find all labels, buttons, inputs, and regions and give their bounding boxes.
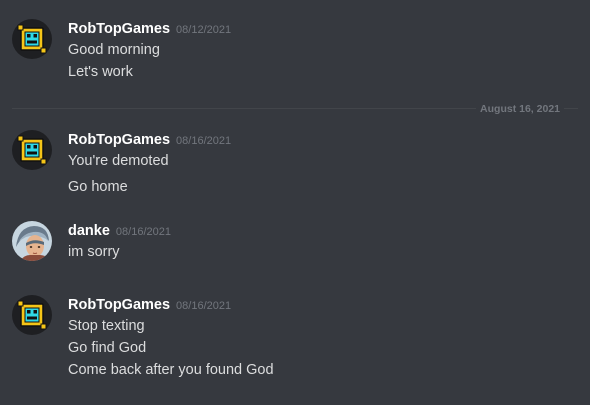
message-text: im sorry	[68, 244, 120, 260]
geometry-dash-cube-icon	[12, 19, 52, 59]
timestamp: 08/16/2021	[176, 300, 232, 312]
timestamp: 08/16/2021	[115, 226, 171, 238]
avatar[interactable]	[12, 19, 52, 59]
message-text: Good morning	[68, 42, 160, 58]
date-divider-label: August 16, 2021	[476, 102, 564, 116]
username[interactable]: RobTopGames	[68, 21, 170, 37]
message-text: Go home	[68, 179, 128, 195]
user-portrait-icon	[12, 221, 52, 261]
message-text: Stop texting	[68, 318, 145, 334]
username[interactable]: RobTopGames	[68, 132, 170, 148]
geometry-dash-cube-icon	[12, 295, 52, 335]
message-text: Let's work	[68, 64, 133, 80]
message-header: RobTopGames 08/12/2021	[68, 19, 231, 39]
timestamp: 08/12/2021	[176, 24, 232, 36]
geometry-dash-cube-icon	[12, 130, 52, 170]
date-divider: August 16, 2021	[12, 102, 578, 116]
message-header: danke 08/16/2021	[68, 221, 171, 241]
avatar[interactable]	[12, 295, 52, 335]
message-text: Come back after you found God	[68, 362, 274, 378]
avatar[interactable]	[12, 130, 52, 170]
message-header: RobTopGames 08/16/2021	[68, 130, 231, 150]
username[interactable]: RobTopGames	[68, 297, 170, 313]
username[interactable]: danke	[68, 223, 110, 239]
message-text: You're demoted	[68, 153, 169, 169]
message-header: RobTopGames 08/16/2021	[68, 295, 231, 315]
message-text: Go find God	[68, 340, 147, 356]
timestamp: 08/16/2021	[176, 135, 232, 147]
avatar[interactable]	[12, 221, 52, 261]
